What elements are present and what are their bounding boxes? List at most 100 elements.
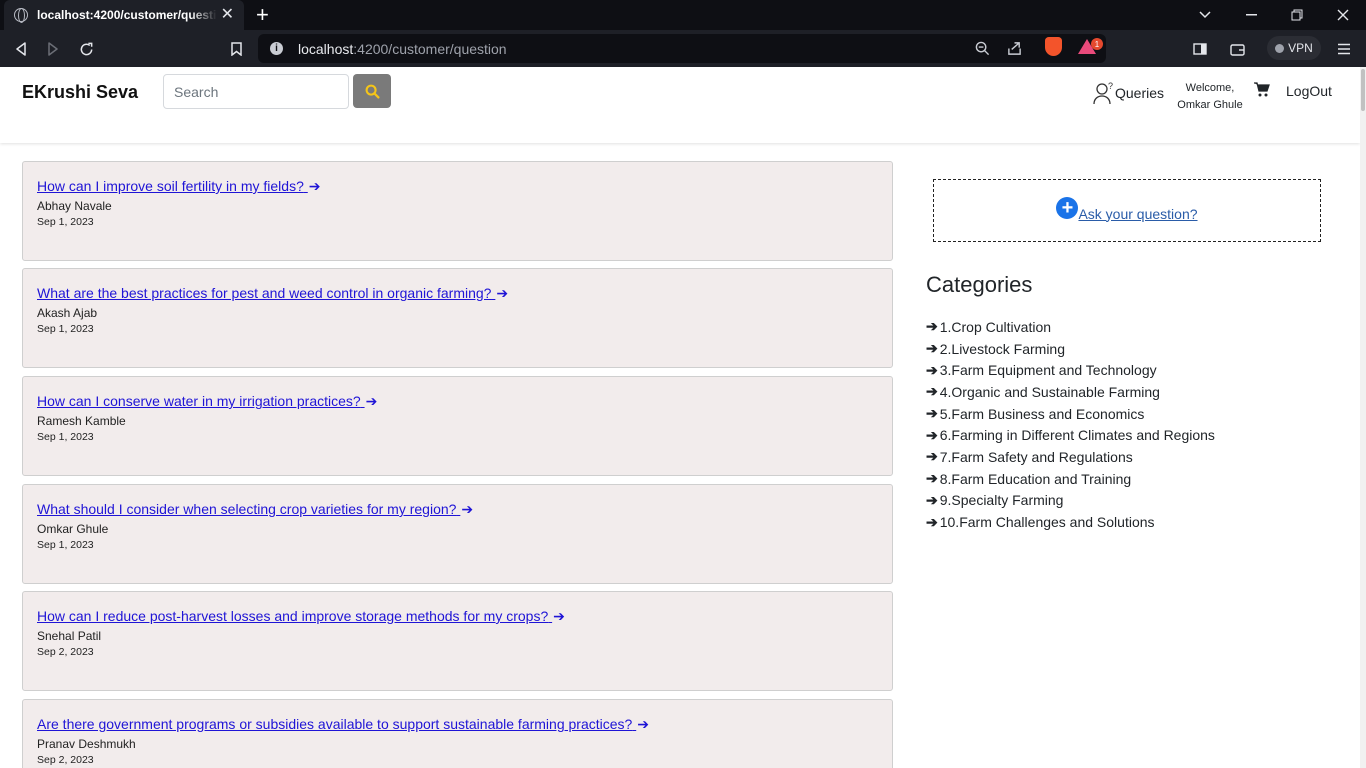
- arrow-right-icon: ➔: [496, 285, 509, 301]
- rewards-badge: 1: [1091, 38, 1103, 50]
- address-url[interactable]: localhost:4200/customer/question: [298, 41, 507, 57]
- search-input[interactable]: [163, 74, 349, 109]
- question-author: Akash Ajab: [37, 306, 98, 320]
- question-link[interactable]: How can I conserve water in my irrigatio…: [37, 393, 377, 410]
- question-card: What should I consider when selecting cr…: [22, 484, 893, 584]
- arrow-right-icon: ➔: [926, 448, 938, 465]
- category-item[interactable]: ➔ 9.Specialty Farming: [926, 490, 1215, 512]
- site-brand[interactable]: EKrushi Seva: [22, 82, 138, 103]
- plus-circle-icon: +: [1056, 197, 1079, 219]
- arrow-right-icon: ➔: [926, 361, 938, 378]
- question-date: Sep 1, 2023: [37, 539, 94, 551]
- arrow-right-icon: ➔: [365, 393, 378, 409]
- question-card: How can I reduce post-harvest losses and…: [22, 591, 893, 691]
- user-name: Omkar Ghule: [1177, 99, 1243, 111]
- logout-link[interactable]: LogOut: [1286, 83, 1332, 99]
- question-card: What are the best practices for pest and…: [22, 268, 893, 368]
- question-author: Ramesh Kamble: [37, 414, 126, 428]
- arrow-right-icon: ➔: [926, 491, 938, 508]
- site-navbar: EKrushi Seva ? Queries Welcome, Omkar Gh…: [0, 67, 1360, 143]
- question-author: Abhay Navale: [37, 199, 112, 213]
- question-date: Sep 1, 2023: [37, 323, 94, 335]
- question-link[interactable]: What should I consider when selecting cr…: [37, 501, 473, 518]
- site-info-icon[interactable]: i: [270, 42, 283, 55]
- welcome-text: Welcome, Omkar Ghule: [1174, 80, 1246, 114]
- tab-search-chevron-icon[interactable]: [1182, 0, 1228, 30]
- ask-question-box[interactable]: + Ask your question?: [933, 179, 1321, 242]
- arrow-right-icon: ➔: [308, 178, 321, 194]
- vpn-button[interactable]: VPN: [1267, 36, 1321, 60]
- browser-tabstrip: localhost:4200/customer/question ✕ +: [0, 0, 1366, 30]
- nav-queries-link[interactable]: ? Queries: [1093, 81, 1164, 105]
- search-button[interactable]: [353, 74, 391, 108]
- category-item[interactable]: ➔ 5.Farm Business and Economics: [926, 403, 1215, 425]
- scrollbar-thumb[interactable]: [1361, 69, 1365, 111]
- question-card: Are there government programs or subsidi…: [22, 699, 893, 768]
- arrow-right-icon: ➔: [553, 608, 565, 624]
- category-item[interactable]: ➔ 8.Farm Education and Training: [926, 468, 1215, 490]
- ask-question-link[interactable]: Ask your question?: [1078, 206, 1197, 222]
- question-link[interactable]: How can I reduce post-harvest losses and…: [37, 608, 565, 625]
- category-item[interactable]: ➔ 2.Livestock Farming: [926, 338, 1215, 360]
- arrow-right-icon: ➔: [926, 426, 938, 443]
- restore-icon[interactable]: [1274, 0, 1320, 30]
- browser-tab[interactable]: localhost:4200/customer/question ✕: [4, 0, 244, 30]
- category-item[interactable]: ➔ 10.Farm Challenges and Solutions: [926, 511, 1215, 533]
- search-icon: [365, 84, 380, 99]
- forward-icon[interactable]: [42, 38, 64, 60]
- question-date: Sep 2, 2023: [37, 754, 94, 766]
- question-date: Sep 1, 2023: [37, 216, 94, 228]
- queries-label: Queries: [1115, 85, 1165, 101]
- question-card: How can I improve soil fertility in my f…: [22, 161, 893, 261]
- question-link[interactable]: What are the best practices for pest and…: [37, 285, 508, 302]
- page-content: EKrushi Seva ? Queries Welcome, Omkar Gh…: [0, 67, 1366, 768]
- tab-close-icon[interactable]: ✕: [221, 7, 234, 23]
- share-icon[interactable]: [1007, 41, 1022, 59]
- question-link[interactable]: How can I improve soil fertility in my f…: [37, 178, 321, 195]
- question-date: Sep 1, 2023: [37, 431, 94, 443]
- categories-list: ➔ 1.Crop Cultivation ➔ 2.Livestock Farming…: [926, 316, 1215, 533]
- cart-icon[interactable]: [1254, 82, 1270, 102]
- sidebar-toggle-icon[interactable]: [1189, 38, 1211, 60]
- question-link[interactable]: Are there government programs or subsidi…: [37, 716, 649, 733]
- bookmark-icon[interactable]: [225, 38, 247, 60]
- minimize-icon[interactable]: [1228, 0, 1274, 30]
- new-tab-button[interactable]: +: [256, 3, 269, 27]
- menu-icon[interactable]: [1333, 38, 1355, 60]
- address-bar[interactable]: i localhost:4200/customer/question: [258, 34, 1106, 63]
- arrow-right-icon: ➔: [926, 470, 938, 487]
- arrow-right-icon: ➔: [926, 340, 938, 357]
- arrow-right-icon: ➔: [926, 405, 938, 422]
- category-item[interactable]: ➔ 6.Farming in Different Climates and Reg…: [926, 424, 1215, 446]
- question-card: How can I conserve water in my irrigatio…: [22, 376, 893, 476]
- window-close-icon[interactable]: [1320, 0, 1366, 30]
- arrow-right-icon: ➔: [461, 501, 474, 517]
- back-icon[interactable]: [10, 38, 32, 60]
- brave-shields-icon[interactable]: [1045, 37, 1062, 56]
- browser-toolbar: i localhost:4200/customer/question: [0, 30, 1366, 67]
- question-author: Omkar Ghule: [37, 522, 109, 536]
- zoom-icon[interactable]: [975, 41, 990, 59]
- wallet-icon[interactable]: [1226, 38, 1248, 60]
- category-item[interactable]: ➔ 4.Organic and Sustainable Farming: [926, 381, 1215, 403]
- user-question-icon: ?: [1093, 81, 1113, 105]
- question-author: Snehal Patil: [37, 629, 102, 643]
- welcome-line: Welcome,: [1185, 82, 1235, 94]
- svg-text:?: ?: [1108, 81, 1113, 91]
- question-date: Sep 2, 2023: [37, 646, 94, 658]
- category-item[interactable]: ➔ 1.Crop Cultivation: [926, 316, 1215, 338]
- arrow-right-icon: ➔: [637, 716, 649, 732]
- reload-icon[interactable]: [75, 38, 97, 60]
- question-author: Pranav Deshmukh: [37, 737, 136, 751]
- arrow-right-icon: ➔: [926, 513, 938, 530]
- category-item[interactable]: ➔ 7.Farm Safety and Regulations: [926, 446, 1215, 468]
- arrow-right-icon: ➔: [926, 318, 938, 335]
- vpn-label: VPN: [1288, 41, 1313, 55]
- page-scrollbar[interactable]: [1360, 67, 1366, 768]
- globe-icon: [14, 8, 28, 23]
- arrow-right-icon: ➔: [926, 383, 938, 400]
- tab-title: localhost:4200/customer/question: [37, 8, 217, 22]
- category-item[interactable]: ➔ 3.Farm Equipment and Technology: [926, 359, 1215, 381]
- vpn-status-icon: [1275, 43, 1285, 53]
- categories-title: Categories: [926, 272, 1033, 297]
